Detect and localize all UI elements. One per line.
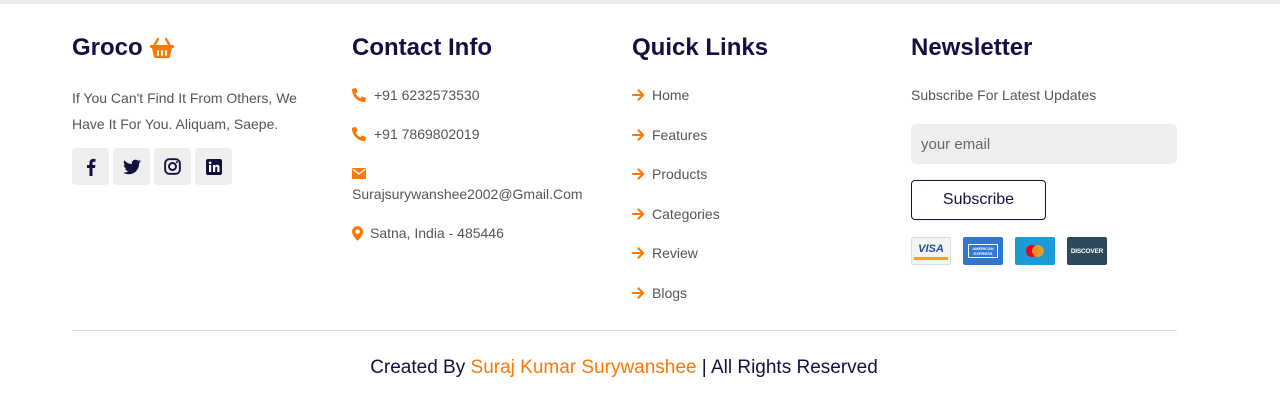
brand-description: If You Can't Find It From Others, We Hav… xyxy=(72,90,297,132)
phone-number-1: +91 6232573530 xyxy=(374,87,480,103)
basket-icon xyxy=(149,37,175,59)
address-link[interactable]: Satna, India - 485446 xyxy=(352,223,612,243)
quick-link-blogs[interactable]: Blogs xyxy=(632,283,892,303)
credit-line: Created By Suraj Kumar Surywanshee | All… xyxy=(0,356,1248,380)
newsletter-text: Subscribe For Latest Updates xyxy=(911,87,1097,103)
quick-link-label: Features xyxy=(652,126,708,143)
quick-link-features[interactable]: Features xyxy=(632,125,892,145)
address-text: Satna, India - 485446 xyxy=(370,225,504,241)
quick-links-title: Quick Links xyxy=(632,34,769,61)
quick-link-review[interactable]: Review xyxy=(632,243,892,263)
footer-divider xyxy=(72,330,1177,331)
brand-name: Groco xyxy=(72,34,143,61)
email-address: Surajsurywanshee2002@Gmail.Com xyxy=(352,186,583,202)
email-input[interactable] xyxy=(911,124,1177,164)
instagram-link[interactable] xyxy=(154,148,191,185)
map-marker-icon xyxy=(352,225,363,241)
contact-column: Contact Info +91 6232573530 +91 78698020… xyxy=(352,34,612,262)
quick-link-label: Products xyxy=(652,166,708,182)
twitter-icon xyxy=(122,159,141,174)
twitter-link[interactable] xyxy=(113,148,150,185)
discover-card-icon: DISCOVER xyxy=(1067,237,1107,265)
arrow-right-icon xyxy=(632,89,645,101)
facebook-link[interactable] xyxy=(72,148,109,185)
phone-link-1[interactable]: +91 6232573530 xyxy=(352,85,612,105)
quick-link-label: Blogs xyxy=(652,284,688,301)
credit-prefix: Created By xyxy=(370,357,471,378)
phone-link-2[interactable]: +91 7869802019 xyxy=(352,124,612,144)
phone-number-2: +91 7869802019 xyxy=(374,126,480,142)
mastercard-icon: mastercard xyxy=(1015,237,1055,265)
brand-column: Groco If You Can't Find It From Others, … xyxy=(72,34,332,185)
envelope-icon xyxy=(352,167,366,179)
subscribe-button[interactable]: Subscribe xyxy=(911,180,1046,220)
instagram-icon xyxy=(164,158,181,175)
contact-title: Contact Info xyxy=(352,34,492,61)
quick-link-products[interactable]: Products xyxy=(632,164,892,184)
credit-suffix: | All Rights Reserved xyxy=(696,357,878,378)
linkedin-icon xyxy=(205,158,222,175)
arrow-right-icon xyxy=(632,168,645,180)
top-border xyxy=(0,0,1280,4)
payment-cards: VISA AMERICAN EXPRESS mastercard DISCOVE… xyxy=(911,237,1211,265)
arrow-right-icon xyxy=(632,128,645,141)
email-link[interactable]: Surajsurywanshee2002@Gmail.Com xyxy=(352,163,612,205)
arrow-right-icon xyxy=(632,207,645,220)
linkedin-link[interactable] xyxy=(195,148,232,185)
quick-link-label: Review xyxy=(652,245,698,261)
facebook-icon xyxy=(86,158,95,176)
social-links xyxy=(72,148,332,185)
quick-links-column: Quick Links Home Features Products Categ… xyxy=(632,34,892,322)
arrow-right-icon xyxy=(632,247,645,259)
quick-link-home[interactable]: Home xyxy=(632,85,892,105)
newsletter-title: Newsletter xyxy=(911,34,1033,61)
brand-logo[interactable]: Groco xyxy=(72,34,332,62)
visa-card-icon: VISA xyxy=(911,237,951,265)
arrow-right-icon xyxy=(632,286,645,299)
newsletter-column: Newsletter Subscribe For Latest Updates … xyxy=(911,34,1211,265)
quick-link-label: Categories xyxy=(652,205,720,222)
quick-link-label: Home xyxy=(652,87,690,103)
author-link[interactable]: Suraj Kumar Surywanshee xyxy=(471,357,697,378)
amex-card-icon: AMERICAN EXPRESS xyxy=(963,237,1003,265)
phone-icon xyxy=(352,127,366,141)
phone-icon xyxy=(352,88,366,102)
quick-link-categories[interactable]: Categories xyxy=(632,204,892,224)
